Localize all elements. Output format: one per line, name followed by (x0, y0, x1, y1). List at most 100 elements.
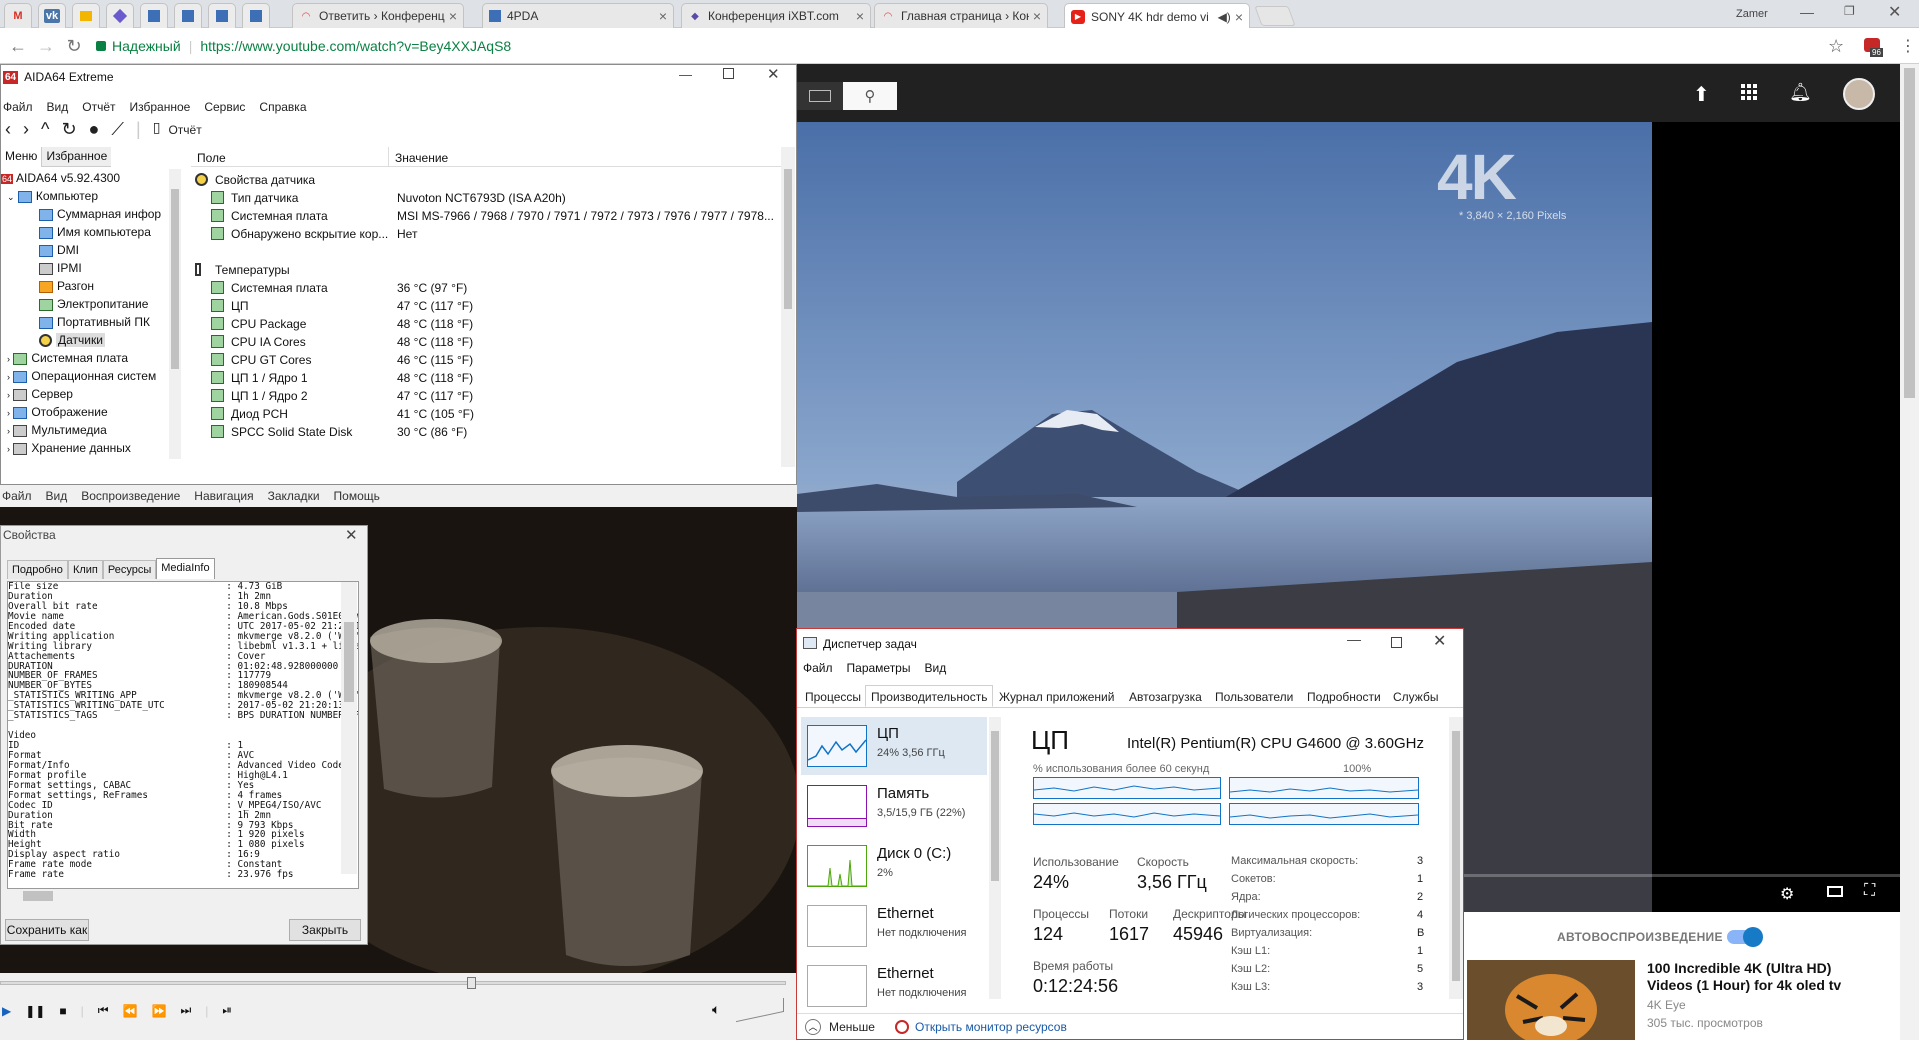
pinned-tab-doc-2[interactable] (174, 3, 202, 28)
sensor-group-header[interactable]: Свойства датчика (195, 171, 775, 189)
reload-icon[interactable]: ↻ (64, 36, 84, 56)
report-icon[interactable]: ▯ (153, 119, 161, 140)
minimize-button[interactable]: — (1347, 631, 1361, 647)
tab-app-history[interactable]: Журнал приложений (993, 685, 1120, 707)
tree-item[interactable]: › Мультимедиа (1, 421, 181, 439)
forward-arrow-icon[interactable]: → (36, 36, 56, 56)
mediainfo-scrollbar[interactable] (341, 582, 357, 874)
tree-scrollbar[interactable] (169, 169, 181, 459)
tree-item[interactable]: Разгон (1, 277, 181, 295)
omnibox[interactable]: Надежный | https://www.youtube.com/watch… (96, 33, 1836, 59)
next-video-title[interactable]: 100 Incredible 4K (Ultra HD) (1647, 960, 1831, 976)
open-resource-monitor-link[interactable]: Открыть монитор ресурсов (915, 1020, 1067, 1034)
next-video-thumbnail[interactable] (1467, 960, 1635, 1040)
refresh-icon[interactable]: ↻ (61, 119, 76, 140)
maximize-button[interactable] (723, 68, 734, 79)
fewer-details-button[interactable]: Меньше (829, 1020, 875, 1034)
browser-tab-3[interactable]: ◆ Конференция iXBT.com × (681, 3, 871, 28)
forward-icon[interactable]: › (23, 119, 29, 140)
close-icon[interactable]: × (1235, 9, 1243, 25)
tree-item[interactable]: ⌄ Компьютер (1, 187, 181, 205)
new-tab-button[interactable] (1254, 6, 1296, 26)
close-icon[interactable]: × (856, 8, 864, 24)
minimize-button[interactable]: — (679, 67, 692, 82)
sensor-row[interactable]: Системная плата MSI MS-7966 / 7968 / 7970… (195, 207, 775, 225)
seek-handle[interactable] (467, 977, 476, 989)
autoplay-toggle[interactable] (1727, 927, 1763, 947)
tree-item[interactable]: › Отображение (1, 403, 181, 421)
menu-help[interactable]: Справка (259, 100, 306, 114)
next-video-channel[interactable]: 4K Eye (1647, 998, 1686, 1012)
tab-users[interactable]: Пользователи (1209, 685, 1299, 707)
volume-slider[interactable] (736, 997, 784, 1023)
tree-item[interactable]: 64 AIDA64 v5.92.4300 (1, 169, 181, 187)
tab-details[interactable]: Подробно (7, 560, 68, 579)
theater-mode-icon[interactable] (1827, 886, 1843, 897)
list-scrollbar[interactable] (781, 147, 795, 467)
tab-startup[interactable]: Автозагрузка (1123, 685, 1208, 707)
sensor-row[interactable]: CPU IA Cores 48 °C (118 °F) (195, 333, 775, 351)
perf-item-disk[interactable]: Диск 0 (C:) 2% (801, 837, 987, 895)
pinned-tab-doc-3[interactable] (208, 3, 236, 28)
tree-item[interactable]: Портативный ПК (1, 313, 181, 331)
pinned-tab-gmail[interactable]: M (4, 3, 32, 28)
tree-item[interactable]: › Системная плата (1, 349, 181, 367)
sensor-row[interactable]: Тип датчика Nuvoton NCT6793D (ISA A20h) (195, 189, 775, 207)
up-icon[interactable]: ^ (41, 119, 49, 140)
next-icon[interactable]: ⏭ (180, 1003, 191, 1018)
tab-details[interactable]: Подробности (1301, 685, 1387, 707)
stop-icon[interactable]: ■ (59, 1004, 66, 1018)
close-icon[interactable]: ✕ (345, 526, 358, 544)
pause-icon[interactable]: ❚❚ (25, 1004, 45, 1018)
tree-item[interactable]: › Операционная систем (1, 367, 181, 385)
pinned-tab-doc-4[interactable] (242, 3, 270, 28)
tree-item[interactable]: Имя компьютера (1, 223, 181, 241)
menu-favorites[interactable]: Избранное (130, 100, 191, 114)
keyboard-icon[interactable] (797, 82, 843, 110)
maximize-button[interactable] (1391, 637, 1402, 648)
apps-grid-icon[interactable] (1741, 84, 1757, 100)
back-arrow-icon[interactable]: ← (8, 36, 28, 56)
avatar[interactable] (1843, 78, 1875, 110)
chart-icon[interactable]: ⟋ (111, 119, 124, 140)
bookmark-star-icon[interactable]: ☆ (1828, 36, 1844, 57)
next-video-title-line2[interactable]: Videos (1 Hour) for 4k oled tv (1647, 977, 1841, 993)
tab-clip[interactable]: Клип (67, 560, 103, 579)
close-button[interactable]: ✕ (1433, 631, 1446, 651)
browser-tab-2[interactable]: 4PDA × (482, 3, 674, 28)
menu-view[interactable]: Вид (46, 489, 68, 503)
page-scrollbar[interactable] (1900, 64, 1919, 1040)
rewind-icon[interactable]: ⏪ (123, 1004, 138, 1018)
search-button[interactable]: ⚲ (843, 82, 897, 110)
sensor-row[interactable]: Диод PCH 41 °C (105 °F) (195, 405, 775, 423)
user-icon[interactable]: ● (89, 119, 100, 140)
column-header-field[interactable]: Поле (191, 147, 389, 166)
previous-icon[interactable]: ⏮ (98, 1003, 109, 1018)
tab-resources[interactable]: Ресурсы (102, 560, 157, 579)
close-icon[interactable]: × (449, 8, 457, 24)
pinned-tab-service[interactable] (106, 3, 134, 28)
menu-playback[interactable]: Воспроизведение (81, 489, 180, 503)
sidebar-scrollbar[interactable] (989, 717, 1001, 999)
tab-processes[interactable]: Процессы (799, 685, 867, 707)
column-header-value[interactable]: Значение (389, 147, 454, 166)
minimize-button[interactable]: — (1800, 4, 1814, 20)
tab-services[interactable]: Службы (1387, 685, 1444, 707)
settings-gear-icon[interactable]: ⚙ (1780, 884, 1794, 904)
close-button[interactable]: ✕ (767, 65, 780, 83)
menu-file[interactable]: Файл (3, 100, 33, 114)
pinned-tab-doc[interactable] (140, 3, 168, 28)
tree-item[interactable]: Электропитание (1, 295, 181, 313)
browser-tab-5-active[interactable]: ▶ SONY 4K hdr demo vi ◀) × (1064, 3, 1250, 29)
sensor-row[interactable]: ЦП 1 / Ядро 2 47 °C (117 °F) (195, 387, 775, 405)
menu-file[interactable]: Файл (803, 661, 833, 675)
sensor-row[interactable]: ЦП 47 °C (117 °F) (195, 297, 775, 315)
sensor-row[interactable]: ЦП 1 / Ядро 1 48 °C (118 °F) (195, 369, 775, 387)
browser-tab-4[interactable]: ◠ Главная страница › Кон × (874, 3, 1048, 28)
menu-help[interactable]: Помощь (334, 489, 380, 503)
mediainfo-hscrollbar[interactable] (9, 889, 355, 903)
tree-item-selected[interactable]: Датчики (1, 331, 181, 349)
perf-item-ethernet-2[interactable]: Ethernet Нет подключения (801, 957, 987, 1015)
menu-service[interactable]: Сервис (204, 100, 245, 114)
tab-performance[interactable]: Производительность (865, 685, 994, 707)
